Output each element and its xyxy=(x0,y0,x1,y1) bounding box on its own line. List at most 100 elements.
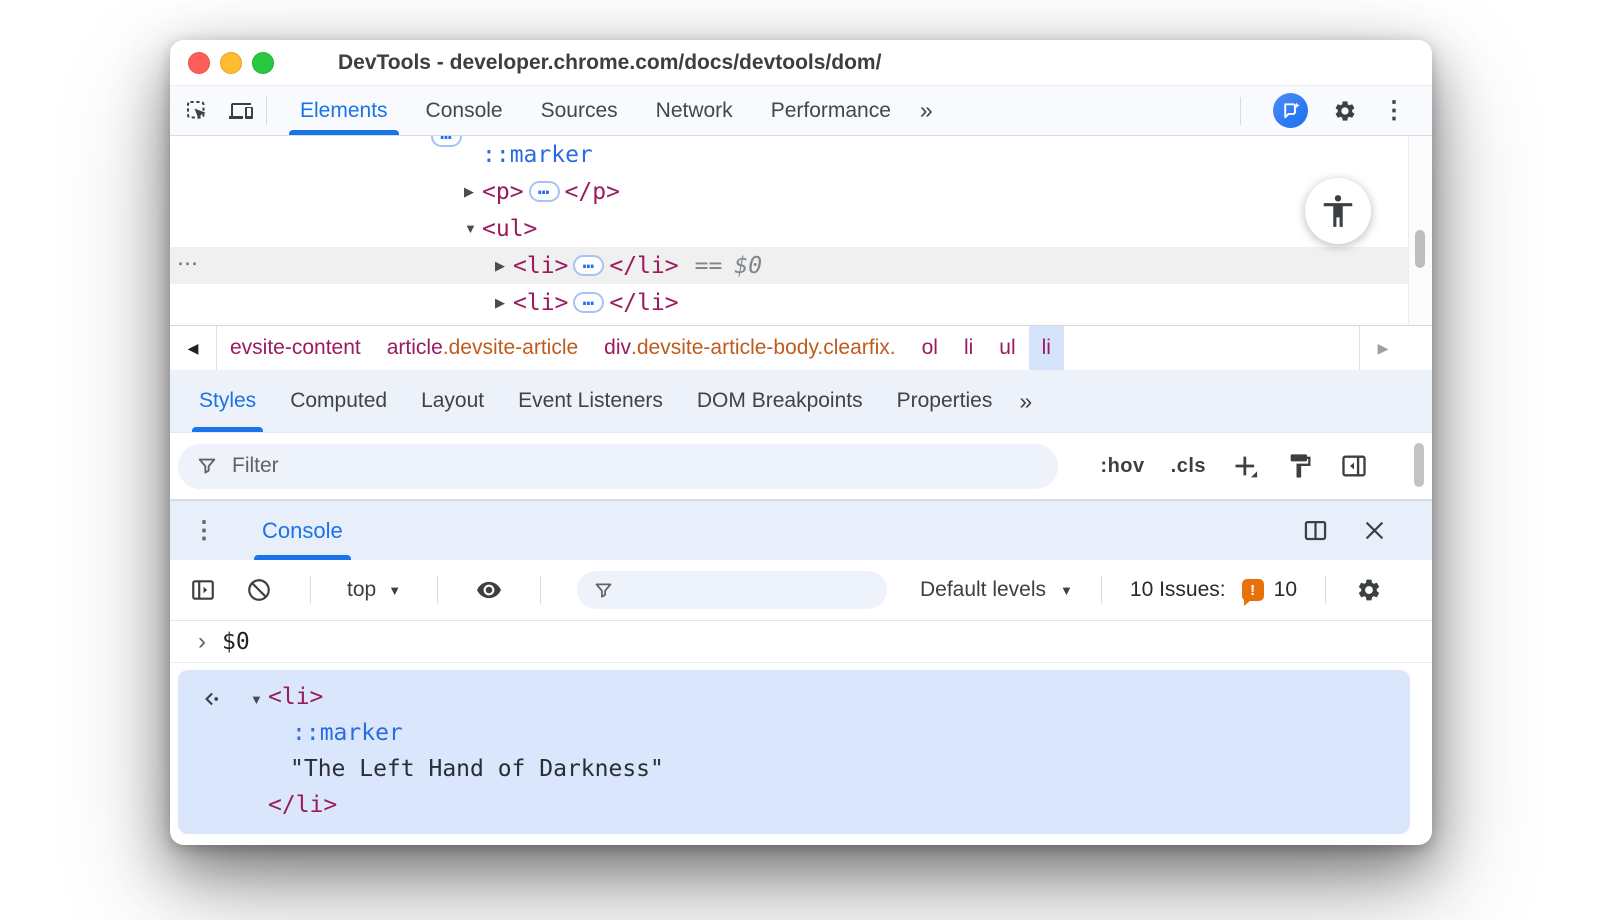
styles-filter-input[interactable] xyxy=(232,454,1040,478)
tab-properties[interactable]: Properties xyxy=(880,370,1010,432)
tab-label: Performance xyxy=(770,98,891,122)
breadcrumb-scroll-right-icon[interactable]: ▶ xyxy=(1359,326,1406,370)
breadcrumb-item-selected[interactable]: li xyxy=(1028,326,1064,370)
equals-sign: == xyxy=(694,252,723,279)
console-command: $0 xyxy=(222,628,250,655)
tab-label: Console xyxy=(425,98,503,122)
row-actions-icon[interactable]: ⋯ xyxy=(177,251,198,276)
zoom-window-button[interactable] xyxy=(252,51,274,74)
styles-filter-row: :hov .cls xyxy=(170,433,1432,500)
console-filter-field[interactable] xyxy=(577,571,888,609)
crumb-tag: li xyxy=(963,336,974,359)
elements-scrollbar-thumb[interactable] xyxy=(1415,230,1425,268)
console-toolbar-right: Default levels ▼ 10 Issues: ! 10 xyxy=(920,575,1384,606)
more-tabs-icon[interactable]: » xyxy=(1009,388,1040,415)
toolbar-divider xyxy=(1325,576,1326,604)
issues-counter[interactable]: 10 Issues: ! 10 xyxy=(1130,578,1297,606)
dollar-zero-ref: $0 xyxy=(734,252,763,279)
dom-row-li[interactable]: ▶ <li>… </li> xyxy=(170,284,1432,321)
tab-network[interactable]: Network xyxy=(637,86,752,135)
tab-layout[interactable]: Layout xyxy=(404,370,501,432)
elements-scrollbar-track[interactable] xyxy=(1408,136,1432,325)
ellipsis-pill[interactable]: … xyxy=(573,252,605,276)
toolbar-divider xyxy=(266,96,267,125)
device-toolbar-icon[interactable] xyxy=(226,96,256,126)
tab-label: Properties xyxy=(896,389,993,412)
expand-arrow-icon[interactable]: ▶ xyxy=(464,184,482,200)
class-toggle[interactable]: .cls xyxy=(1171,455,1206,478)
tab-event-listeners[interactable]: Event Listeners xyxy=(501,370,680,432)
more-tabs-icon[interactable]: » xyxy=(910,97,941,124)
tab-styles[interactable]: Styles xyxy=(182,370,273,432)
show-console-sidebar-icon[interactable] xyxy=(188,575,218,605)
tag-close: </p> xyxy=(564,178,620,205)
context-selector[interactable]: top ▼ xyxy=(347,578,401,602)
live-expression-eye-icon[interactable] xyxy=(474,575,504,605)
crumb-tag: ol xyxy=(921,336,938,359)
breadcrumb-item[interactable]: article .devsite-article xyxy=(374,326,591,370)
tab-performance[interactable]: Performance xyxy=(752,86,910,135)
breadcrumb-item[interactable]: evsite-content xyxy=(217,326,374,370)
dom-row-ul[interactable]: ▼ <ul> xyxy=(170,210,1432,247)
breadcrumb-item[interactable]: ol xyxy=(909,326,951,370)
rendering-brush-icon[interactable] xyxy=(1286,452,1314,480)
breadcrumb-item[interactable]: div .devsite-article-body.clearfix. xyxy=(591,326,908,370)
tab-label: Layout xyxy=(421,389,485,412)
console-settings-gear-icon[interactable] xyxy=(1354,575,1384,605)
tab-label: Styles xyxy=(199,389,257,412)
accessibility-button[interactable] xyxy=(1305,178,1371,244)
tab-sources[interactable]: Sources xyxy=(522,86,637,135)
breadcrumb-item[interactable]: ul xyxy=(986,326,1028,370)
show-computed-sidebar-icon[interactable] xyxy=(1340,452,1368,480)
tab-label: Event Listeners xyxy=(518,389,663,412)
toolbar-divider xyxy=(540,576,542,604)
hover-state-toggle[interactable]: :hov xyxy=(1100,455,1144,478)
more-options-icon[interactable]: ⋮ xyxy=(1382,98,1406,123)
ellipsis-pill[interactable]: … xyxy=(528,178,560,202)
breadcrumb-scroll-left-icon[interactable]: ◀ xyxy=(170,326,217,370)
tab-computed[interactable]: Computed xyxy=(273,370,404,432)
crumb-classes: .devsite-article xyxy=(442,336,579,359)
drawer-tab-console[interactable]: Console xyxy=(248,501,357,560)
tag-open: <p> xyxy=(482,178,524,205)
settings-gear-icon[interactable] xyxy=(1330,96,1360,126)
tab-label: Network xyxy=(655,98,733,122)
tab-elements[interactable]: Elements xyxy=(281,86,407,135)
console-toolbar-left: top ▼ xyxy=(188,571,888,609)
drawer-actions xyxy=(1302,517,1388,544)
tag-open: <ul> xyxy=(482,215,538,242)
text-node: "The Left Hand of Darkness" xyxy=(290,756,664,782)
console-filter-input[interactable] xyxy=(626,578,872,602)
result-line-marker: ::marker xyxy=(178,715,1410,751)
toolbar-divider xyxy=(1100,576,1102,604)
inspect-element-icon[interactable] xyxy=(182,96,212,126)
tab-console[interactable]: Console xyxy=(407,86,522,135)
crumb-tag: div xyxy=(604,336,632,359)
console-toolbar: top ▼ Default levels ▼ 10 Issues: ! 10 xyxy=(170,560,1432,621)
tab-dom-breakpoints[interactable]: DOM Breakpoints xyxy=(680,370,880,432)
collapse-arrow-icon[interactable]: ▼ xyxy=(464,221,482,236)
toolbar-divider xyxy=(310,576,311,604)
close-drawer-icon[interactable] xyxy=(1361,517,1388,544)
tab-label: Elements xyxy=(300,98,388,122)
ellipsis-pill[interactable]: … xyxy=(573,289,605,313)
breadcrumb: ◀ evsite-content article .devsite-article… xyxy=(170,325,1432,370)
log-levels-dropdown[interactable]: Default levels ▼ xyxy=(920,578,1073,602)
dom-row-p[interactable]: ▶ <p>… </p> xyxy=(170,173,1432,210)
expand-arrow-icon[interactable]: ▶ xyxy=(495,295,513,311)
collapse-arrow-icon[interactable]: ▼ xyxy=(250,682,268,718)
close-window-button[interactable] xyxy=(188,51,210,74)
breadcrumb-item[interactable]: li xyxy=(951,326,986,370)
ai-assistant-icon[interactable] xyxy=(1273,93,1308,128)
drawer-menu-icon[interactable]: ⋮ xyxy=(192,518,216,543)
dom-row-marker[interactable]: ::marker xyxy=(170,136,1432,173)
crumb-tag: ul xyxy=(999,336,1016,359)
split-panel-icon[interactable] xyxy=(1302,517,1329,544)
expand-arrow-icon[interactable]: ▶ xyxy=(495,258,513,274)
clear-console-icon[interactable] xyxy=(244,575,274,605)
new-style-rule-icon[interactable] xyxy=(1232,452,1260,480)
styles-scrollbar-thumb[interactable] xyxy=(1414,443,1424,487)
dom-row-li-selected[interactable]: ⋯ ▶ <li>… </li> == $0 xyxy=(170,247,1408,284)
styles-filter-field[interactable] xyxy=(178,443,1058,489)
minimize-window-button[interactable] xyxy=(220,51,242,74)
